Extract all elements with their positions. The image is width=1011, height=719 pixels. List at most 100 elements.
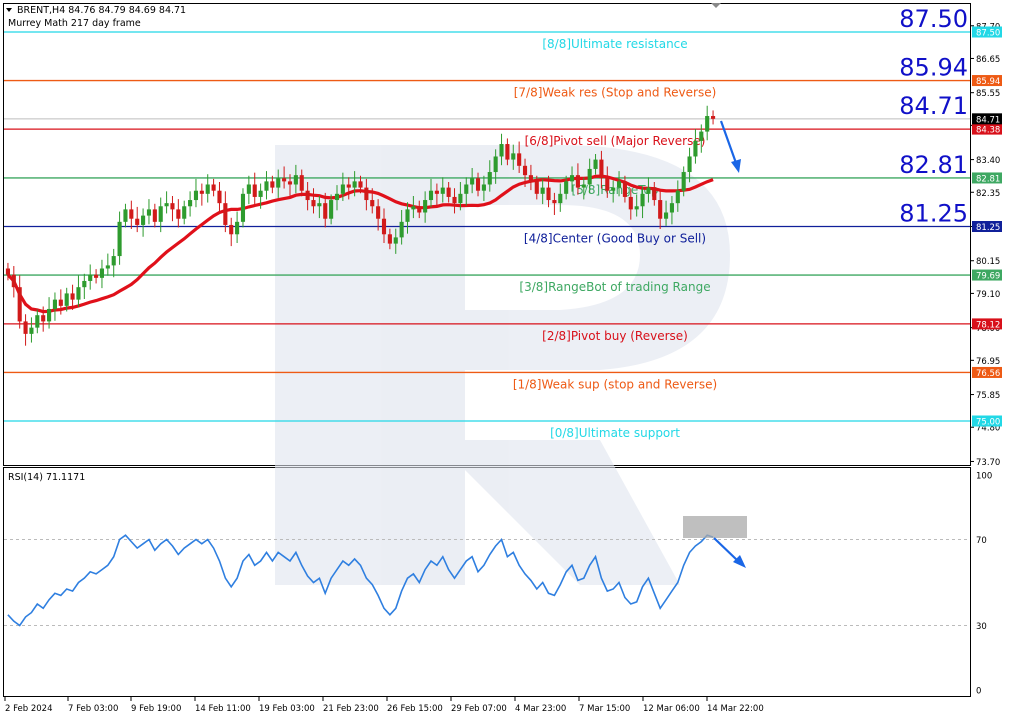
candle-body — [711, 116, 716, 119]
candle-body — [188, 200, 193, 207]
candle-body — [240, 193, 246, 222]
big-level-label: 85.94 — [899, 54, 968, 82]
candle-body — [687, 156, 692, 173]
candle-body — [99, 268, 105, 278]
collapse-triangle-icon[interactable] — [6, 8, 12, 12]
candle-body — [35, 315, 40, 328]
candle-body — [381, 218, 387, 235]
rsi-axis-label: 70 — [976, 536, 987, 546]
candle-body — [628, 196, 633, 210]
candle-body — [511, 153, 516, 160]
candle-body — [534, 181, 539, 194]
candle-body — [88, 274, 93, 281]
price-tag-text: 81.25 — [976, 223, 1000, 233]
rsi-axis-label: 30 — [976, 622, 987, 632]
candle-body — [452, 196, 457, 204]
candle-body — [446, 187, 451, 197]
murrey-line-label: [3/8]RangeBot of trading Range — [519, 280, 710, 294]
candle-body — [211, 184, 216, 191]
candle-body — [235, 221, 240, 235]
candle-body — [358, 181, 363, 188]
candle-body — [311, 200, 316, 207]
price-axis-label: 75.85 — [976, 391, 1000, 401]
big-level-label: 81.25 — [899, 200, 968, 228]
candle-body — [464, 184, 469, 194]
header: BRENT,H4 84.76 84.79 84.69 84.71 Murrey … — [6, 5, 186, 29]
candle-body — [593, 159, 598, 169]
candle-body — [411, 206, 416, 210]
candle-body — [117, 221, 122, 257]
candle-body — [481, 184, 486, 191]
candle-body — [575, 175, 580, 188]
price-tag-text: 75.00 — [976, 418, 1000, 428]
price-axis: 87.7086.6585.5584.5083.4082.3581.2580.15… — [970, 22, 1000, 468]
scroll-marker-icon[interactable] — [711, 3, 721, 8]
candle-body — [699, 131, 704, 141]
candle-body — [282, 178, 287, 182]
candle-body — [693, 140, 698, 157]
big-level-label: 84.71 — [899, 92, 968, 120]
chart-canvas: 87.7086.6585.5584.5083.4082.3581.2580.15… — [3, 3, 1002, 714]
candle-body — [487, 172, 492, 185]
time-axis: 2 Feb 2024 7 Feb 03:00 9 Feb 19:00 14 Feb 1… — [4, 697, 764, 714]
candle-body — [393, 237, 398, 244]
candle-body — [287, 181, 293, 185]
candle-body — [270, 181, 275, 188]
time-axis-label: 7 Mar 15:00 — [579, 704, 630, 714]
candle-body — [246, 184, 251, 194]
price-tags: 87.50 85.94 84.38 82.81 81.25 79.69 78.12 76.56… — [972, 26, 1002, 428]
candle-body — [387, 234, 392, 244]
candle-body — [94, 274, 99, 278]
time-axis-label: 19 Feb 03:00 — [259, 704, 315, 714]
candle-body — [17, 287, 22, 322]
candle-body — [58, 299, 63, 306]
candle-body — [123, 209, 128, 222]
candle-body — [681, 172, 686, 191]
time-axis-label: 29 Feb 07:00 — [451, 704, 507, 714]
indicator-name: Murrey Math 217 day frame — [8, 18, 141, 29]
candle-body — [599, 159, 604, 179]
candle-body — [634, 206, 639, 210]
candle-body — [329, 200, 334, 219]
candle-body — [5, 268, 10, 275]
candle-body — [669, 203, 674, 213]
candle-body — [470, 178, 475, 185]
candle-body — [605, 178, 610, 191]
candle-body — [616, 181, 622, 188]
murrey-line-label: [6/8]Pivot sell (Major Reverse) — [525, 134, 706, 148]
candle-body — [258, 190, 263, 197]
candle-body — [41, 315, 46, 322]
candle-body — [305, 190, 310, 201]
candle-body — [346, 184, 351, 188]
candle-body — [611, 187, 616, 191]
candle-body — [170, 203, 175, 210]
current-price-tag-text: 84.71 — [976, 115, 1000, 125]
candle-body — [317, 203, 322, 207]
candle-body — [581, 184, 586, 188]
candle-body — [29, 327, 34, 334]
price-axis-label: 73.70 — [976, 458, 1000, 468]
big-level-label: 82.81 — [899, 151, 968, 179]
rsi-title: RSI(14) 71.1171 — [8, 472, 85, 483]
rsi-axis-label: 100 — [976, 472, 992, 482]
candle-body — [405, 209, 410, 222]
murrey-line-label: [1/8]Weak sup (stop and Reverse) — [513, 377, 717, 391]
time-axis-label: 21 Feb 23:00 — [323, 704, 379, 714]
candle-body — [182, 206, 187, 219]
price-axis-label: 85.55 — [976, 89, 1000, 99]
time-axis-label: 7 Feb 03:00 — [68, 704, 118, 714]
rsi-forecast-arrow — [713, 537, 746, 568]
rsi-highlight-box — [683, 516, 747, 538]
murrey-levels: [8/8]Ultimate resistance [7/8]Weak res (S… — [4, 31, 970, 440]
rsi-axis-label: 0 — [976, 687, 981, 697]
murrey-line-label: [4/8]Center (Good Buy or Sell) — [524, 232, 706, 246]
candle-body — [276, 178, 281, 188]
candle-body — [23, 321, 28, 334]
candle-body — [552, 200, 557, 204]
candle-body — [417, 206, 422, 213]
big-level-labels: 87.50 85.94 84.71 82.81 81.25 — [899, 5, 968, 228]
candle-body — [111, 256, 116, 266]
candle-body — [205, 184, 210, 194]
candle-body — [705, 116, 710, 132]
price-axis-label: 82.35 — [976, 189, 1000, 199]
